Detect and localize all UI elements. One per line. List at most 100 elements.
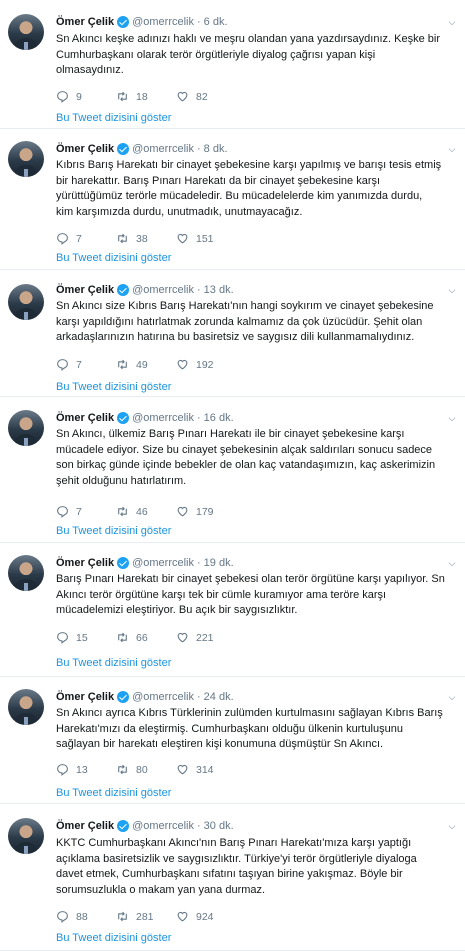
chevron-down-icon[interactable]: ⌵ [447, 821, 457, 831]
avatar[interactable] [8, 555, 44, 591]
tweet-text-line: karşı yapıldığını hatırlatmak zorunda ka… [56, 315, 423, 328]
tweet-header: Ömer Çelik @omerrcelik · 13 dk. ⌵ [56, 270, 457, 297]
tweet[interactable]: Ömer Çelik @omerrcelik · 16 dk. ⌵ Sn Akı… [0, 397, 465, 543]
tweet-feed: Ömer Çelik @omerrcelik · 6 dk. ⌵ Sn Akın… [0, 0, 465, 951]
retweet-icon [118, 632, 127, 643]
avatar[interactable] [8, 141, 44, 177]
tweet-text-line: olmasaydınız. [56, 64, 124, 76]
reply-icon [57, 506, 68, 518]
show-thread-link[interactable]: Bu Tweet dizisini göster [56, 380, 171, 394]
tweet[interactable]: Ömer Çelik @omerrcelik · 13 dk. ⌵ Sn Akı… [0, 270, 465, 397]
tweet-timestamp[interactable]: 6 dk. [204, 15, 228, 29]
retweet-count: 66 [136, 631, 148, 644]
show-thread-link[interactable]: Bu Tweet dizisini göster [56, 524, 171, 538]
chevron-down-icon[interactable]: ⌵ [447, 144, 457, 154]
chevron-down-icon[interactable]: ⌵ [447, 17, 457, 27]
reply-count: 9 [76, 90, 82, 103]
reply-count: 88 [76, 910, 88, 923]
retweet-button[interactable]: 46 [116, 505, 176, 518]
tweet-text: Sn Akıncı ayrıca Kıbrıs Türklerinin zulü… [56, 706, 443, 753]
separator-dot: · [197, 820, 201, 832]
reply-count: 7 [76, 232, 82, 245]
like-button[interactable]: 179 [176, 505, 236, 518]
tweet-timestamp[interactable]: 13 dk. [204, 283, 234, 297]
reply-button[interactable]: 7 [56, 358, 116, 371]
reply-button[interactable]: 7 [56, 505, 116, 518]
like-button[interactable]: 314 [176, 763, 236, 776]
tweet[interactable]: Ömer Çelik @omerrcelik · 19 dk. ⌵ Barış … [0, 543, 465, 677]
like-button[interactable]: 82 [176, 90, 236, 103]
tweet[interactable]: Ömer Çelik @omerrcelik · 8 dk. ⌵ Kıbrıs … [0, 129, 465, 270]
tweet-text-line: Kıbrıs Barış Harekatı bir cinayet şebeke… [56, 159, 442, 171]
tweet-timestamp[interactable]: 30 dk. [204, 819, 234, 833]
tweet[interactable]: Ömer Çelik @omerrcelik · 6 dk. ⌵ Sn Akın… [0, 0, 465, 129]
author-handle[interactable]: @omerrcelik [132, 15, 194, 29]
retweet-button[interactable]: 38 [116, 232, 176, 245]
author-name[interactable]: Ömer Çelik [56, 556, 114, 570]
author-name[interactable]: Ömer Çelik [56, 819, 114, 833]
author-handle[interactable]: @omerrcelik [132, 142, 194, 156]
reply-button[interactable]: 15 [56, 631, 116, 644]
like-button[interactable]: 924 [176, 910, 236, 923]
author-handle[interactable]: @omerrcelik [132, 411, 194, 425]
show-thread-link[interactable]: Bu Tweet dizisini göster [56, 931, 171, 945]
like-button[interactable]: 192 [176, 358, 236, 371]
like-count: 82 [196, 90, 208, 103]
reply-count: 7 [76, 505, 82, 518]
chevron-down-icon[interactable]: ⌵ [447, 692, 457, 702]
retweet-button[interactable]: 49 [116, 358, 176, 371]
avatar[interactable] [8, 14, 44, 50]
chevron-down-icon[interactable]: ⌵ [447, 558, 457, 568]
tweet-actions: 9 18 82 [56, 90, 236, 103]
tweet-timestamp[interactable]: 16 dk. [204, 411, 234, 425]
avatar[interactable] [8, 410, 44, 446]
retweet-icon [118, 911, 127, 922]
author-name[interactable]: Ömer Çelik [56, 283, 114, 297]
tweet-text: Sn Akıncı size Kıbrıs Barış Harekatı'nın… [56, 299, 434, 346]
reply-icon [57, 233, 68, 245]
verified-badge-icon [117, 16, 130, 28]
reply-icon [57, 764, 68, 776]
author-name[interactable]: Ömer Çelik [56, 142, 114, 156]
author-name[interactable]: Ömer Çelik [56, 411, 114, 425]
reply-button[interactable]: 88 [56, 910, 116, 923]
tweet-header: Ömer Çelik @omerrcelik · 8 dk. ⌵ [56, 129, 457, 156]
tweet[interactable]: Ömer Çelik @omerrcelik · 24 dk. ⌵ Sn Akı… [0, 677, 465, 804]
retweet-button[interactable]: 66 [116, 631, 176, 644]
tweet-timestamp[interactable]: 19 dk. [204, 556, 234, 570]
avatar[interactable] [8, 818, 44, 854]
tweet-header: Ömer Çelik @omerrcelik · 19 dk. ⌵ [56, 543, 457, 570]
reply-button[interactable]: 9 [56, 90, 116, 103]
chevron-down-icon[interactable]: ⌵ [447, 285, 457, 295]
retweet-icon [118, 764, 127, 775]
show-thread-link[interactable]: Bu Tweet dizisini göster [56, 111, 171, 125]
like-count: 221 [196, 631, 214, 644]
retweet-icon [118, 233, 127, 244]
chevron-down-icon[interactable]: ⌵ [447, 413, 457, 423]
tweet-text-line: KKTC Cumhurbaşkanı Akıncı'nın Barış Pına… [56, 837, 412, 849]
retweet-button[interactable]: 18 [116, 90, 176, 103]
author-handle[interactable]: @omerrcelik [132, 819, 194, 833]
like-button[interactable]: 221 [176, 631, 236, 644]
show-thread-link[interactable]: Bu Tweet dizisini göster [56, 656, 171, 670]
tweet-timestamp[interactable]: 24 dk. [204, 690, 234, 704]
retweet-button[interactable]: 281 [116, 910, 176, 923]
tweet-timestamp[interactable]: 8 dk. [204, 142, 228, 156]
avatar[interactable] [8, 689, 44, 725]
reply-button[interactable]: 7 [56, 232, 116, 245]
show-thread-link[interactable]: Bu Tweet dizisini göster [56, 786, 171, 800]
tweet-text-line: şehit olduğunu hatırlatırım. [56, 474, 187, 487]
author-handle[interactable]: @omerrcelik [132, 283, 194, 297]
like-button[interactable]: 151 [176, 232, 236, 245]
author-handle[interactable]: @omerrcelik [132, 556, 194, 570]
avatar[interactable] [8, 284, 44, 320]
tweet-text-line: Cumhurbaşkanı olarak terör örgütleriyle … [56, 48, 376, 61]
tweet-text-line: arkadaşlarınızın hatırına bu basiretsiz … [56, 331, 415, 343]
show-thread-link[interactable]: Bu Tweet dizisini göster [56, 251, 171, 265]
reply-button[interactable]: 13 [56, 763, 116, 776]
author-handle[interactable]: @omerrcelik [132, 690, 194, 704]
author-name[interactable]: Ömer Çelik [56, 690, 114, 704]
retweet-button[interactable]: 80 [116, 763, 176, 776]
tweet[interactable]: Ömer Çelik @omerrcelik · 30 dk. ⌵ KKTC C… [0, 804, 465, 951]
author-name[interactable]: Ömer Çelik [56, 15, 114, 29]
